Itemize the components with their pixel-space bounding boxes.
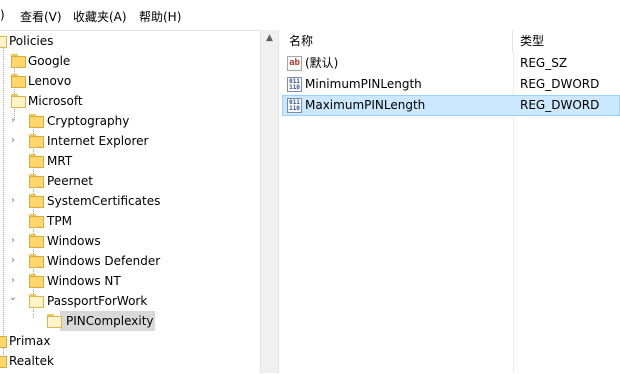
tree-item-passportforwork[interactable]: ⌄ PassportForWork <box>0 291 260 311</box>
tree-item-mrt[interactable]: MRT <box>0 151 260 171</box>
value-type: REG_DWORD <box>520 98 600 112</box>
tree-item-label: Cryptography <box>47 114 130 128</box>
tree-item-label: Realtek <box>9 354 54 368</box>
tree-item-pincomplexity[interactable]: PINComplexity <box>0 311 260 331</box>
tree-item-microsoft[interactable]: Microsoft <box>0 91 260 111</box>
chevron-right-icon[interactable]: › <box>8 191 18 211</box>
tree-item-label: Microsoft <box>28 94 83 108</box>
tree-item-lenovo[interactable]: Lenovo <box>0 71 260 91</box>
chevron-right-icon[interactable]: › <box>8 251 18 271</box>
tree-item-tpm[interactable]: TPM <box>0 211 260 231</box>
menu-help[interactable]: 帮助(H) <box>139 8 181 25</box>
value-name: MaximumPINLength <box>305 98 426 112</box>
tree-item-label: Primax <box>9 334 51 348</box>
tree-item-primax[interactable]: Primax <box>0 331 260 351</box>
tree-item-label: MRT <box>47 154 73 168</box>
folder-open-icon <box>11 94 26 108</box>
folder-open-icon <box>0 34 7 48</box>
tree-scrollbar[interactable]: ▲ <box>260 30 278 373</box>
folder-icon <box>29 194 44 208</box>
tree-item-label: PassportForWork <box>47 294 148 308</box>
folder-icon <box>0 354 7 368</box>
binary-value-icon: 011 110 <box>287 77 302 92</box>
menu-view[interactable]: 查看(V) <box>20 8 62 25</box>
folder-icon <box>29 254 44 268</box>
column-header-type[interactable]: 类型 <box>513 30 620 52</box>
tree-item-label: PINComplexity <box>66 314 154 328</box>
folder-open-icon <box>29 294 44 308</box>
value-type: REG_DWORD <box>520 77 600 91</box>
folder-icon <box>29 274 44 288</box>
column-header-name[interactable]: 名称 <box>282 30 513 52</box>
value-row-maximumpinlength[interactable]: 011 110 MaximumPINLength REG_DWORD <box>282 95 620 116</box>
tree-item-systemcertificates[interactable]: › SystemCertificates <box>0 191 260 211</box>
tree-item-realtek[interactable]: Realtek <box>0 351 260 371</box>
tree-item-label: TPM <box>47 214 72 228</box>
tree-item-policies[interactable]: Policies <box>0 31 260 51</box>
tree-item-windows[interactable]: › Windows <box>0 231 260 251</box>
chevron-right-icon[interactable]: › <box>8 131 18 151</box>
tree-item-label: Windows <box>47 234 101 248</box>
folder-icon <box>29 174 44 188</box>
value-type: REG_SZ <box>520 56 568 70</box>
chevron-right-icon[interactable]: › <box>8 231 18 251</box>
tree-item-label: Google <box>28 54 71 68</box>
string-value-icon: ab <box>287 56 302 71</box>
tree-item-label: Internet Explorer <box>47 134 149 148</box>
tree-item-label: Lenovo <box>28 74 72 88</box>
folder-icon <box>0 334 7 348</box>
tree-item-windows-defender[interactable]: › Windows Defender <box>0 251 260 271</box>
menu-bar: ) 查看(V) 收藏夹(A) 帮助(H) <box>0 0 620 30</box>
tree-item-windows-nt[interactable]: › Windows NT <box>0 271 260 291</box>
registry-tree: Policies Google Lenovo Microsoft › Crypt… <box>0 30 260 374</box>
tree-item-label: Peernet <box>47 174 93 188</box>
folder-icon <box>11 74 26 88</box>
chevron-down-icon[interactable]: ⌄ <box>8 288 18 308</box>
folder-icon <box>29 234 44 248</box>
folder-icon <box>29 214 44 228</box>
tree-item-cryptography[interactable]: › Cryptography <box>0 111 260 131</box>
tree-item-internet-explorer[interactable]: › Internet Explorer <box>0 131 260 151</box>
folder-icon <box>29 134 44 148</box>
tree-item-peernet[interactable]: Peernet <box>0 171 260 191</box>
binary-value-icon: 011 110 <box>287 98 302 113</box>
tree-item-label: Policies <box>9 34 54 48</box>
tree-item-label: Windows Defender <box>47 254 161 268</box>
tree-item-label: Windows NT <box>47 274 121 288</box>
folder-icon <box>11 54 26 68</box>
menu-favorites[interactable]: 收藏夹(A) <box>73 8 127 25</box>
scroll-up-arrow-icon[interactable]: ▲ <box>261 30 278 47</box>
folder-icon <box>29 114 44 128</box>
value-name: MinimumPINLength <box>305 77 422 91</box>
menu-partial: ) <box>0 8 5 22</box>
tree-item-google[interactable]: Google <box>0 51 260 71</box>
tree-item-label: SystemCertificates <box>47 194 161 208</box>
values-list: 名称 类型 ab (默认) REG_SZ 011 110 MinimumPINL… <box>282 30 620 373</box>
value-row-default[interactable]: ab (默认) REG_SZ <box>282 53 620 74</box>
value-name: (默认) <box>305 56 339 70</box>
value-row-minimumpinlength[interactable]: 011 110 MinimumPINLength REG_DWORD <box>282 74 620 95</box>
chevron-right-icon[interactable]: › <box>8 111 18 131</box>
folder-icon <box>29 154 44 168</box>
folder-open-icon <box>47 314 62 328</box>
